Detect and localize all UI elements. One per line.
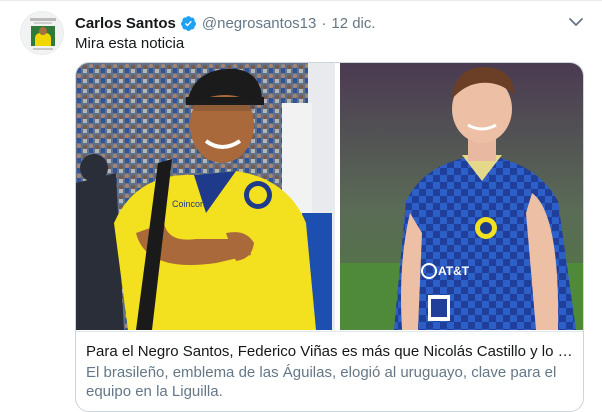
card-description: El brasileño, emblema de las Águilas, el… [86,364,557,400]
author-name[interactable]: Carlos Santos [75,15,176,32]
tweet[interactable]: Carlos Santos @negrosantos13 · 12 dic. M… [0,0,602,412]
chevron-down-icon[interactable] [566,15,586,31]
tweet-text: Mira esta noticia [75,35,185,52]
right-photo: AT&T [340,63,583,330]
right-shirt-sponsor: AT&T [438,264,470,278]
card-title[interactable]: Para el Negro Santos, Federico Viñas es … [86,342,575,362]
author-handle[interactable]: @negrosantos13 [202,15,316,32]
tweet-header: Carlos Santos @negrosantos13 · 12 dic. [75,13,376,33]
card-image[interactable]: Coincord AT&T [76,63,583,330]
tweet-date[interactable]: 12 dic. [331,15,375,32]
card-body[interactable]: Para el Negro Santos, Federico Viñas es … [76,331,583,401]
left-shirt-text: Coincord [172,199,208,209]
left-photo: Coincord [76,63,335,330]
verified-badge-icon [180,15,196,31]
avatar[interactable] [20,11,64,55]
link-card[interactable]: Coincord AT&T Para el Negro Santos, Fede… [75,62,584,412]
separator-dot: · [321,14,327,32]
